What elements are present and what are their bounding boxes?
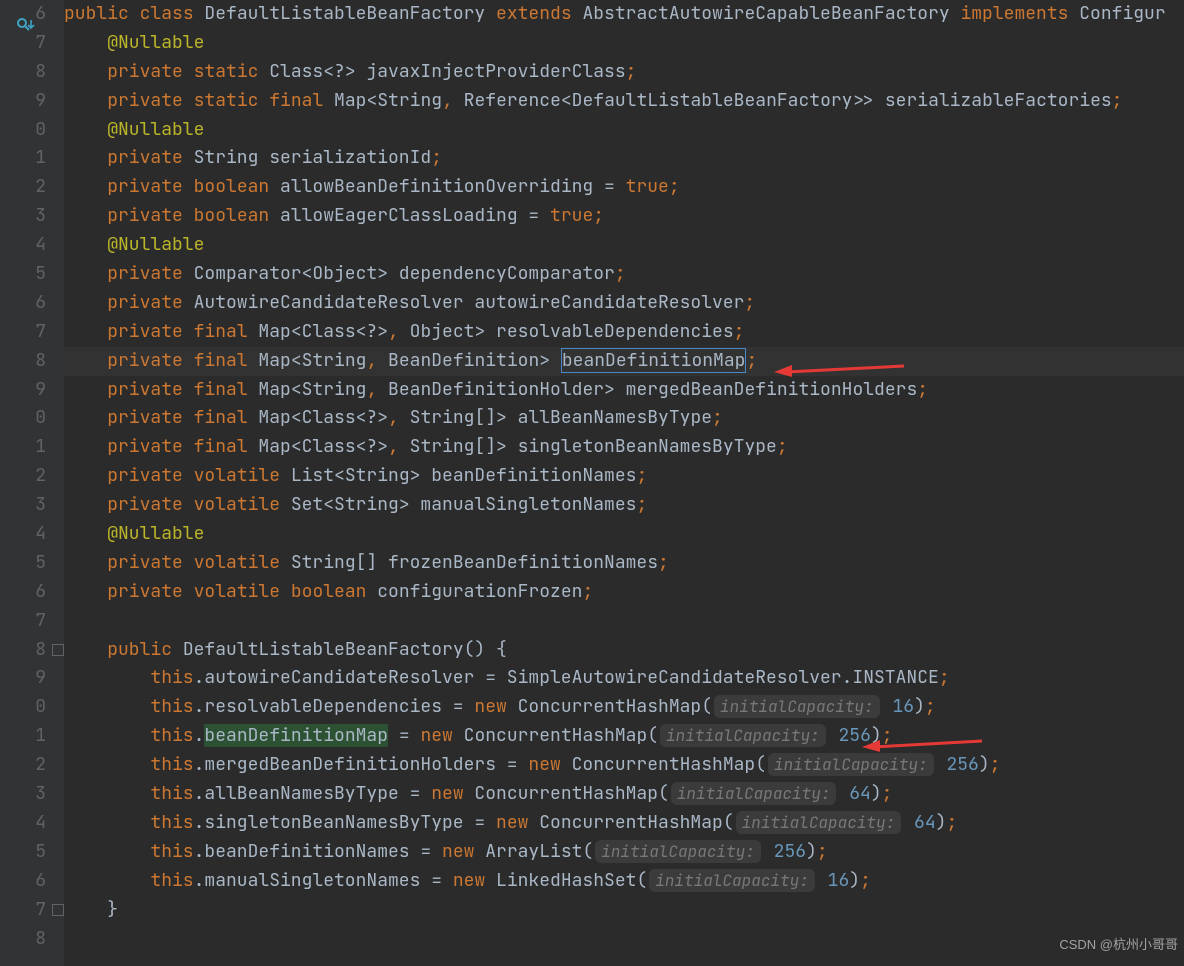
line-number: 6: [0, 578, 46, 607]
line-number: 2: [0, 751, 46, 780]
line-number: 8: [0, 636, 46, 665]
code-editor[interactable]: 678901234567890123456789012345678 public…: [0, 0, 1184, 966]
parameter-hint: initialCapacity:: [660, 724, 826, 747]
line-number: 3: [0, 780, 46, 809]
line-number: 4: [0, 520, 46, 549]
code-line[interactable]: this.beanDefinitionNames = new ArrayList…: [64, 838, 1184, 867]
code-line[interactable]: @Nullable: [64, 116, 1184, 145]
line-number: 7: [0, 607, 46, 636]
code-line[interactable]: }: [64, 896, 1184, 925]
watermark: CSDN @杭州小哥哥: [1059, 931, 1178, 960]
line-number: 1: [0, 722, 46, 751]
line-number: 2: [0, 462, 46, 491]
code-line[interactable]: @Nullable: [64, 520, 1184, 549]
code-line[interactable]: this.allBeanNamesByType = new Concurrent…: [64, 780, 1184, 809]
code-line[interactable]: this.mergedBeanDefinitionHolders = new C…: [64, 751, 1184, 780]
line-number: 2: [0, 173, 46, 202]
code-line[interactable]: private boolean allowEagerClassLoading =…: [64, 202, 1184, 231]
code-line[interactable]: private String serializationId;: [64, 144, 1184, 173]
line-number: 3: [0, 491, 46, 520]
line-number-gutter: 678901234567890123456789012345678: [0, 0, 64, 966]
code-line[interactable]: @Nullable: [64, 231, 1184, 260]
code-line[interactable]: [64, 607, 1184, 636]
code-line[interactable]: [64, 925, 1184, 954]
code-line[interactable]: private volatile boolean configurationFr…: [64, 578, 1184, 607]
line-number: 1: [0, 433, 46, 462]
parameter-hint: initialCapacity:: [768, 753, 934, 776]
find-occurrence-icon[interactable]: [16, 12, 36, 26]
line-number: 0: [0, 693, 46, 722]
code-line[interactable]: private static Class<?> javaxInjectProvi…: [64, 58, 1184, 87]
code-line[interactable]: this.manualSingletonNames = new LinkedHa…: [64, 867, 1184, 896]
code-line[interactable]: private static final Map<String, Referen…: [64, 87, 1184, 116]
code-line[interactable]: private AutowireCandidateResolver autowi…: [64, 289, 1184, 318]
line-number: 4: [0, 809, 46, 838]
code-line[interactable]: private final Map<Class<?>, String[]> al…: [64, 404, 1184, 433]
fold-marker-icon[interactable]: [52, 644, 64, 656]
line-number: 1: [0, 144, 46, 173]
line-number: 6: [0, 867, 46, 896]
line-number: 9: [0, 376, 46, 405]
code-line[interactable]: private volatile String[] frozenBeanDefi…: [64, 549, 1184, 578]
code-line[interactable]: private volatile List<String> beanDefini…: [64, 462, 1184, 491]
line-number: 0: [0, 404, 46, 433]
code-area[interactable]: public class DefaultListableBeanFactory …: [64, 0, 1184, 966]
line-number: 0: [0, 116, 46, 145]
line-number: 5: [0, 260, 46, 289]
usage-highlight: beanDefinitionMap: [204, 724, 388, 747]
parameter-hint: initialCapacity:: [714, 695, 880, 718]
code-line[interactable]: this.singletonBeanNamesByType = new Conc…: [64, 809, 1184, 838]
line-number: 7: [0, 318, 46, 347]
line-number: 8: [0, 925, 46, 954]
parameter-hint: initialCapacity:: [736, 811, 902, 834]
fold-marker-icon[interactable]: [52, 904, 64, 916]
code-line[interactable]: private final Map<String, BeanDefinition…: [64, 376, 1184, 405]
line-number: 9: [0, 664, 46, 693]
code-line[interactable]: this.beanDefinitionMap = new ConcurrentH…: [64, 722, 1184, 751]
parameter-hint: initialCapacity:: [595, 840, 761, 863]
code-line[interactable]: @Nullable: [64, 29, 1184, 58]
line-number: 8: [0, 347, 46, 376]
code-line[interactable]: private final Map<Class<?>, String[]> si…: [64, 433, 1184, 462]
line-number: 9: [0, 87, 46, 116]
line-number: 3: [0, 202, 46, 231]
selected-identifier: beanDefinitionMap: [561, 348, 747, 373]
code-line[interactable]: this.autowireCandidateResolver = SimpleA…: [64, 664, 1184, 693]
code-line[interactable]: private Comparator<Object> dependencyCom…: [64, 260, 1184, 289]
code-line[interactable]: this.resolvableDependencies = new Concur…: [64, 693, 1184, 722]
line-number: 5: [0, 549, 46, 578]
code-line[interactable]: public DefaultListableBeanFactory() {: [64, 636, 1184, 665]
code-line[interactable]: private boolean allowBeanDefinitionOverr…: [64, 173, 1184, 202]
code-line[interactable]: private final Map<Class<?>, Object> reso…: [64, 318, 1184, 347]
line-number: 7: [0, 896, 46, 925]
code-line[interactable]: private final Map<String, BeanDefinition…: [64, 347, 1184, 376]
code-line[interactable]: private volatile Set<String> manualSingl…: [64, 491, 1184, 520]
line-number: 5: [0, 838, 46, 867]
line-number: 8: [0, 58, 46, 87]
line-number: 4: [0, 231, 46, 260]
parameter-hint: initialCapacity:: [649, 869, 815, 892]
code-line[interactable]: public class DefaultListableBeanFactory …: [64, 0, 1184, 29]
parameter-hint: initialCapacity:: [671, 782, 837, 805]
line-number: 6: [0, 289, 46, 318]
line-number: 7: [0, 29, 46, 58]
